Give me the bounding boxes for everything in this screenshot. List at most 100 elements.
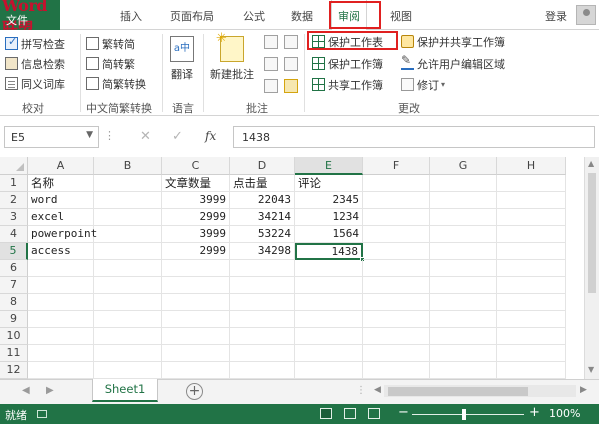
tab-view[interactable]: 视图 (390, 8, 412, 24)
cell-a12[interactable] (28, 362, 94, 379)
cell-h10[interactable] (497, 328, 566, 345)
cell-f10[interactable] (363, 328, 430, 345)
row-header-12[interactable]: 12 (0, 362, 28, 379)
cell-a10[interactable] (28, 328, 94, 345)
cell-f2[interactable] (363, 192, 430, 209)
cell-c5[interactable]: 2999 (162, 243, 230, 260)
simp-to-trad-button[interactable]: 简转繁 (86, 55, 135, 72)
login-link[interactable]: 登录 (545, 8, 567, 24)
cell-e7[interactable] (295, 277, 363, 294)
next-comment-icon[interactable] (264, 79, 278, 93)
cell-b2[interactable] (94, 192, 162, 209)
translate-button[interactable]: a中 翻译 (170, 36, 194, 82)
scroll-up-icon[interactable]: ▲ (588, 159, 594, 168)
cell-g11[interactable] (430, 345, 497, 362)
cell-b10[interactable] (94, 328, 162, 345)
trad-to-simp-button[interactable]: 繁转简 (86, 35, 135, 52)
column-header-e[interactable]: E (295, 157, 363, 175)
cell-d12[interactable] (230, 362, 295, 379)
cell-f9[interactable] (363, 311, 430, 328)
cell-h3[interactable] (497, 209, 566, 226)
cell-h9[interactable] (497, 311, 566, 328)
cell-a5[interactable]: access (28, 243, 94, 260)
formula-input[interactable]: 1438 (233, 126, 595, 148)
cell-d9[interactable] (230, 311, 295, 328)
cell-e12[interactable] (295, 362, 363, 379)
hscroll-thumb[interactable] (388, 387, 528, 396)
zoom-in-icon[interactable]: + (529, 405, 540, 420)
cell-f7[interactable] (363, 277, 430, 294)
cell-d2[interactable]: 22043 (230, 192, 295, 209)
row-header-9[interactable]: 9 (0, 311, 28, 328)
cell-d5[interactable]: 34298 (230, 243, 295, 260)
cell-c1[interactable]: 文章数量 (162, 175, 230, 192)
cell-e10[interactable] (295, 328, 363, 345)
page-break-view-icon[interactable] (368, 408, 380, 419)
cell-h6[interactable] (497, 260, 566, 277)
cell-f6[interactable] (363, 260, 430, 277)
cell-b8[interactable] (94, 294, 162, 311)
worksheet-grid[interactable]: A B C D E F G H 1 名称 文章数量 点击量 评论 2 word 3999 22043 2345 3 e… (0, 157, 584, 379)
sheet-tab-sheet1[interactable]: Sheet1 (92, 379, 158, 402)
cell-a8[interactable] (28, 294, 94, 311)
insert-function-button[interactable]: fx (205, 129, 216, 143)
cell-f1[interactable] (363, 175, 430, 192)
cell-d3[interactable]: 34214 (230, 209, 295, 226)
cancel-entry-icon[interactable]: ✕ (140, 129, 151, 144)
cell-c2[interactable]: 3999 (162, 192, 230, 209)
show-comment-icon[interactable] (284, 57, 298, 71)
cell-b12[interactable] (94, 362, 162, 379)
tab-data[interactable]: 数据 (291, 8, 313, 24)
column-header-h[interactable]: H (497, 157, 566, 175)
cell-g8[interactable] (430, 294, 497, 311)
zoom-slider-thumb[interactable] (462, 409, 466, 420)
cell-a4[interactable]: powerpoint (28, 226, 97, 243)
cell-a6[interactable] (28, 260, 94, 277)
new-comment-button[interactable]: 新建批注 (210, 31, 254, 82)
cell-b9[interactable] (94, 311, 162, 328)
page-layout-view-icon[interactable] (344, 408, 356, 419)
cell-d11[interactable] (230, 345, 295, 362)
cell-h12[interactable] (497, 362, 566, 379)
cell-e11[interactable] (295, 345, 363, 362)
column-header-a[interactable]: A (28, 157, 94, 175)
cell-a3[interactable]: excel (28, 209, 94, 226)
tab-page-layout[interactable]: 页面布局 (170, 8, 214, 24)
zoom-slider[interactable] (412, 414, 524, 415)
chevron-down-icon[interactable]: ▼ (86, 130, 93, 140)
cell-c4[interactable]: 3999 (162, 226, 230, 243)
delete-comment-icon[interactable] (264, 35, 278, 49)
column-header-c[interactable]: C (162, 157, 230, 175)
cell-h2[interactable] (497, 192, 566, 209)
cell-e5[interactable]: 1438 (295, 243, 363, 260)
cell-b4[interactable] (94, 226, 162, 243)
share-workbook-button[interactable]: 共享工作簿 (312, 76, 383, 93)
cell-e3[interactable]: 1234 (295, 209, 363, 226)
tab-review[interactable]: 审阅 (329, 0, 381, 31)
show-ink-icon[interactable] (284, 79, 298, 93)
previous-comment-icon[interactable] (264, 57, 278, 71)
edit-comment-icon[interactable] (284, 35, 298, 49)
cell-e8[interactable] (295, 294, 363, 311)
cell-f3[interactable] (363, 209, 430, 226)
hscroll-right-icon[interactable]: ▶ (580, 385, 587, 395)
cell-b7[interactable] (94, 277, 162, 294)
cell-a7[interactable] (28, 277, 94, 294)
cell-c8[interactable] (162, 294, 230, 311)
cell-f5[interactable] (363, 243, 430, 260)
cell-b5[interactable] (94, 243, 162, 260)
row-header-8[interactable]: 8 (0, 294, 28, 311)
row-header-7[interactable]: 7 (0, 277, 28, 294)
cell-c9[interactable] (162, 311, 230, 328)
row-header-4[interactable]: 4 (0, 226, 28, 243)
track-changes-button[interactable]: 修订 ▾ (401, 76, 445, 93)
cell-g4[interactable] (430, 226, 497, 243)
cell-e6[interactable] (295, 260, 363, 277)
normal-view-icon[interactable] (320, 408, 332, 419)
cell-d8[interactable] (230, 294, 295, 311)
cell-g2[interactable] (430, 192, 497, 209)
cell-g6[interactable] (430, 260, 497, 277)
cell-e9[interactable] (295, 311, 363, 328)
scroll-down-icon[interactable]: ▼ (588, 365, 594, 374)
cell-c11[interactable] (162, 345, 230, 362)
